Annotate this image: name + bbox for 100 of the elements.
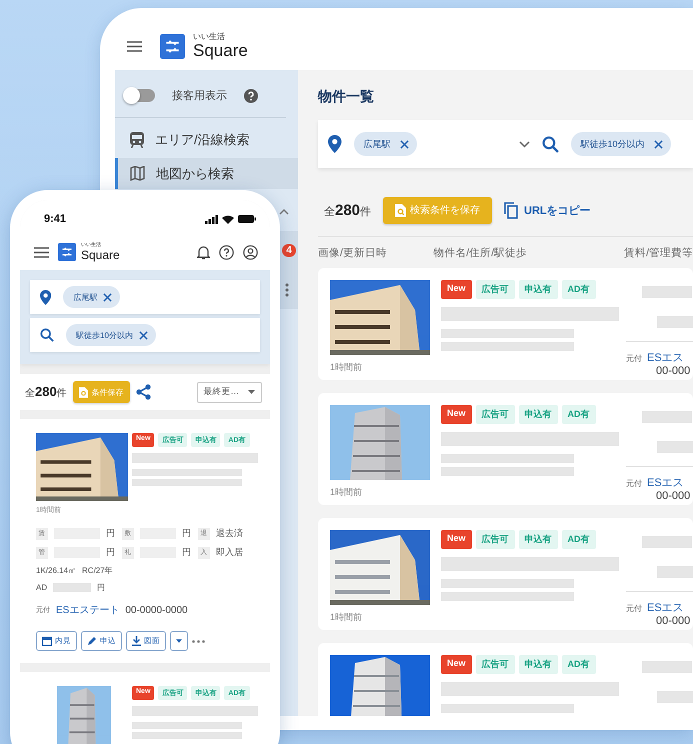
status-tag: 申込有 <box>518 280 558 299</box>
logo-caption: いい生活 <box>193 33 226 41</box>
page-title: 物件一覧 <box>318 87 375 106</box>
listing-card[interactable]: 1時間前 New 広告可 申込有 AD有 元付 ESエス 00-000 <box>318 518 693 630</box>
listing-card[interactable]: 1時間前 New 広告可 申込有 AD有 元付 ESエス 00-000 <box>318 393 693 505</box>
skeleton-bar <box>642 661 692 673</box>
phone-number: 00-000 <box>656 615 692 627</box>
agent-link[interactable]: ESエス <box>647 475 684 490</box>
download-icon <box>132 636 141 646</box>
close-icon <box>400 140 408 148</box>
filter-chip[interactable]: 駅徒歩10分以内 <box>66 324 156 346</box>
logo-icon <box>160 34 185 58</box>
document-search-icon <box>78 386 88 398</box>
location-pin-icon <box>328 135 342 153</box>
ad-label: AD <box>36 583 48 592</box>
account-icon[interactable] <box>243 244 258 260</box>
chevron-down-icon[interactable] <box>518 140 530 148</box>
menu-icon[interactable] <box>127 40 142 52</box>
listing-card[interactable]: 1時間前 New 広告可 申込有 AD有 元付 ESエス 00-000 <box>318 268 693 380</box>
status-tag: 広告可 <box>476 530 515 549</box>
calendar-icon <box>42 636 52 646</box>
pen-icon <box>87 636 97 646</box>
status-tag: AD有 <box>562 530 596 549</box>
filter-chip[interactable]: 広尾駅 <box>63 286 120 308</box>
spec-value: 退去済 <box>216 527 244 540</box>
agent-link[interactable]: ESエス <box>647 350 684 365</box>
caret-down-icon <box>176 639 182 643</box>
agent-link[interactable]: ESエス <box>647 600 684 615</box>
wifi-icon <box>222 214 234 224</box>
status-tag: AD有 <box>562 655 596 674</box>
keyword-field[interactable]: 駅徒歩10分以内 <box>30 318 260 352</box>
status-tag: 広告可 <box>476 655 515 674</box>
chevron-up-icon[interactable] <box>279 208 289 214</box>
map-icon <box>130 166 145 181</box>
sidebar-item[interactable]: エリア/沿線検索 <box>115 124 298 155</box>
copy-url-link[interactable]: URLをコピー <box>504 202 591 218</box>
close-icon <box>654 140 663 148</box>
result-count: 全280件 <box>324 202 372 218</box>
new-tag: New <box>441 405 472 424</box>
sort-dropdown[interactable]: 最終更… <box>196 382 262 402</box>
toggle-label: 接客用表示 <box>172 88 227 103</box>
share-icon[interactable] <box>136 384 151 400</box>
status-tag: 広告可 <box>476 280 515 299</box>
skeleton-bar <box>657 441 693 453</box>
location-field[interactable]: 広尾駅 <box>30 280 260 314</box>
updated-time: 1時間前 <box>330 611 364 624</box>
structure-text: RC/27年 <box>82 565 113 576</box>
more-vertical-icon[interactable] <box>285 282 289 296</box>
train-icon <box>130 132 144 148</box>
spec-value: 即入居 <box>216 546 244 559</box>
phone-number: 00-000 <box>656 490 692 502</box>
listing-card[interactable]: New 広告可 申込有 AD有 <box>318 643 693 716</box>
document-search-icon <box>395 204 406 216</box>
column-header: 画像/更新日時 <box>318 246 388 261</box>
result-count: 全280件 <box>25 384 67 400</box>
ad-unit: 円 <box>97 582 106 593</box>
column-header: 物件名/住所/駅徒歩 <box>433 246 528 261</box>
new-tag: New <box>441 280 472 299</box>
spec-unit: 円 <box>182 527 192 540</box>
agent-label: 元付 <box>626 478 642 489</box>
phone-number: 00-000 <box>656 365 692 377</box>
caret-down-icon <box>248 390 255 394</box>
logo-title: Square <box>193 42 248 59</box>
status-tag: 広告可 <box>476 405 515 424</box>
skeleton-bar <box>657 316 693 328</box>
toggle-switch[interactable] <box>125 89 155 102</box>
skeleton-bar <box>642 536 692 548</box>
updated-time: 1時間前 <box>330 361 364 374</box>
status-tag: 申込有 <box>518 405 558 424</box>
skeleton-bar <box>53 583 92 592</box>
status-tag: 申込有 <box>518 655 558 674</box>
bell-icon[interactable] <box>197 244 210 260</box>
spec-unit: 円 <box>106 527 116 540</box>
more-icon[interactable] <box>192 640 205 642</box>
skeleton-bar <box>657 691 693 703</box>
updated-time: 1時間前 <box>330 486 364 499</box>
agent-label: 元付 <box>626 353 642 364</box>
sidebar-item[interactable]: 地図から検索 <box>115 158 298 189</box>
filter-chip[interactable]: 駅徒歩10分以内 <box>570 132 671 156</box>
help-icon[interactable] <box>219 244 234 260</box>
agent-link[interactable]: ESエステート <box>56 603 120 617</box>
menu-icon[interactable] <box>34 246 49 258</box>
filter-chip[interactable]: 広尾駅 <box>354 132 416 156</box>
count-badge: 4 <box>282 244 296 257</box>
search-icon <box>542 136 558 152</box>
logo-title: Square <box>81 249 120 261</box>
status-tag: 申込有 <box>518 530 558 549</box>
spec-unit: 円 <box>106 546 116 559</box>
logo-icon <box>58 243 76 261</box>
status-tag: AD有 <box>562 280 596 299</box>
spec-unit: 円 <box>182 546 192 559</box>
phone-number: 00-0000-0000 <box>125 604 188 616</box>
copy-icon <box>504 202 518 218</box>
status-tag: AD有 <box>562 405 596 424</box>
skeleton-bar <box>642 286 692 298</box>
status-time: 9:41 <box>44 213 66 225</box>
dropdown-button[interactable] <box>170 631 188 651</box>
new-tag: New <box>441 655 472 674</box>
skeleton-bar <box>642 411 692 423</box>
help-icon[interactable] <box>244 88 258 102</box>
